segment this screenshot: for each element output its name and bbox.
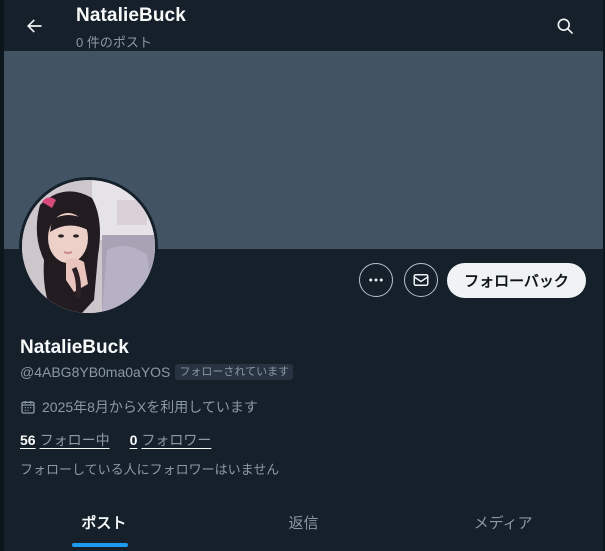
follow-counts: 56 フォロー中 0 フォロワー (20, 430, 211, 450)
active-tab-indicator (72, 543, 128, 547)
post-count: 0 件のポスト (76, 35, 152, 50)
followers-link[interactable]: 0 フォロワー (130, 430, 212, 450)
avatar-photo (22, 180, 155, 313)
search-button[interactable] (549, 10, 581, 42)
envelope-icon (413, 274, 429, 286)
back-button[interactable] (18, 10, 50, 42)
search-icon (557, 18, 573, 34)
tab-replies[interactable]: 返信 (204, 495, 404, 551)
profile-header: NatalieBuck 0 件のポスト (4, 0, 603, 51)
handle-row: @4ABG8YB0ma0aYOS フォローされています (20, 364, 294, 380)
more-icon (369, 278, 383, 282)
more-button[interactable] (359, 263, 393, 297)
message-button[interactable] (404, 263, 438, 297)
follows-you-badge: フォローされています (175, 364, 294, 380)
followers-label: フォロワー (141, 432, 212, 448)
followers-count: 0 (129, 432, 138, 448)
avatar[interactable] (19, 177, 158, 316)
follow-back-button[interactable]: フォローバック (447, 263, 586, 298)
display-name: NatalieBuck (20, 337, 129, 358)
avatar-image (22, 180, 155, 313)
joined-date: 2025年8月からXを利用しています (42, 399, 258, 415)
following-count: 56 (20, 432, 36, 448)
following-label: フォロー中 (39, 432, 110, 448)
following-link[interactable]: 56 フォロー中 (20, 430, 110, 450)
arrow-left-icon (27, 19, 42, 33)
header-title: NatalieBuck (76, 5, 186, 26)
joined-row: 2025年8月からXを利用しています (20, 397, 258, 417)
no-mutual-followers: フォローしている人にフォロワーはいません (20, 462, 280, 477)
tab-media[interactable]: メディア (403, 495, 603, 551)
profile-page: NatalieBuck 0 件のポスト フォローバック NatalieBuck … (0, 0, 605, 551)
calendar-icon (21, 401, 35, 414)
handle: @4ABG8YB0ma0aYOS (20, 364, 171, 380)
